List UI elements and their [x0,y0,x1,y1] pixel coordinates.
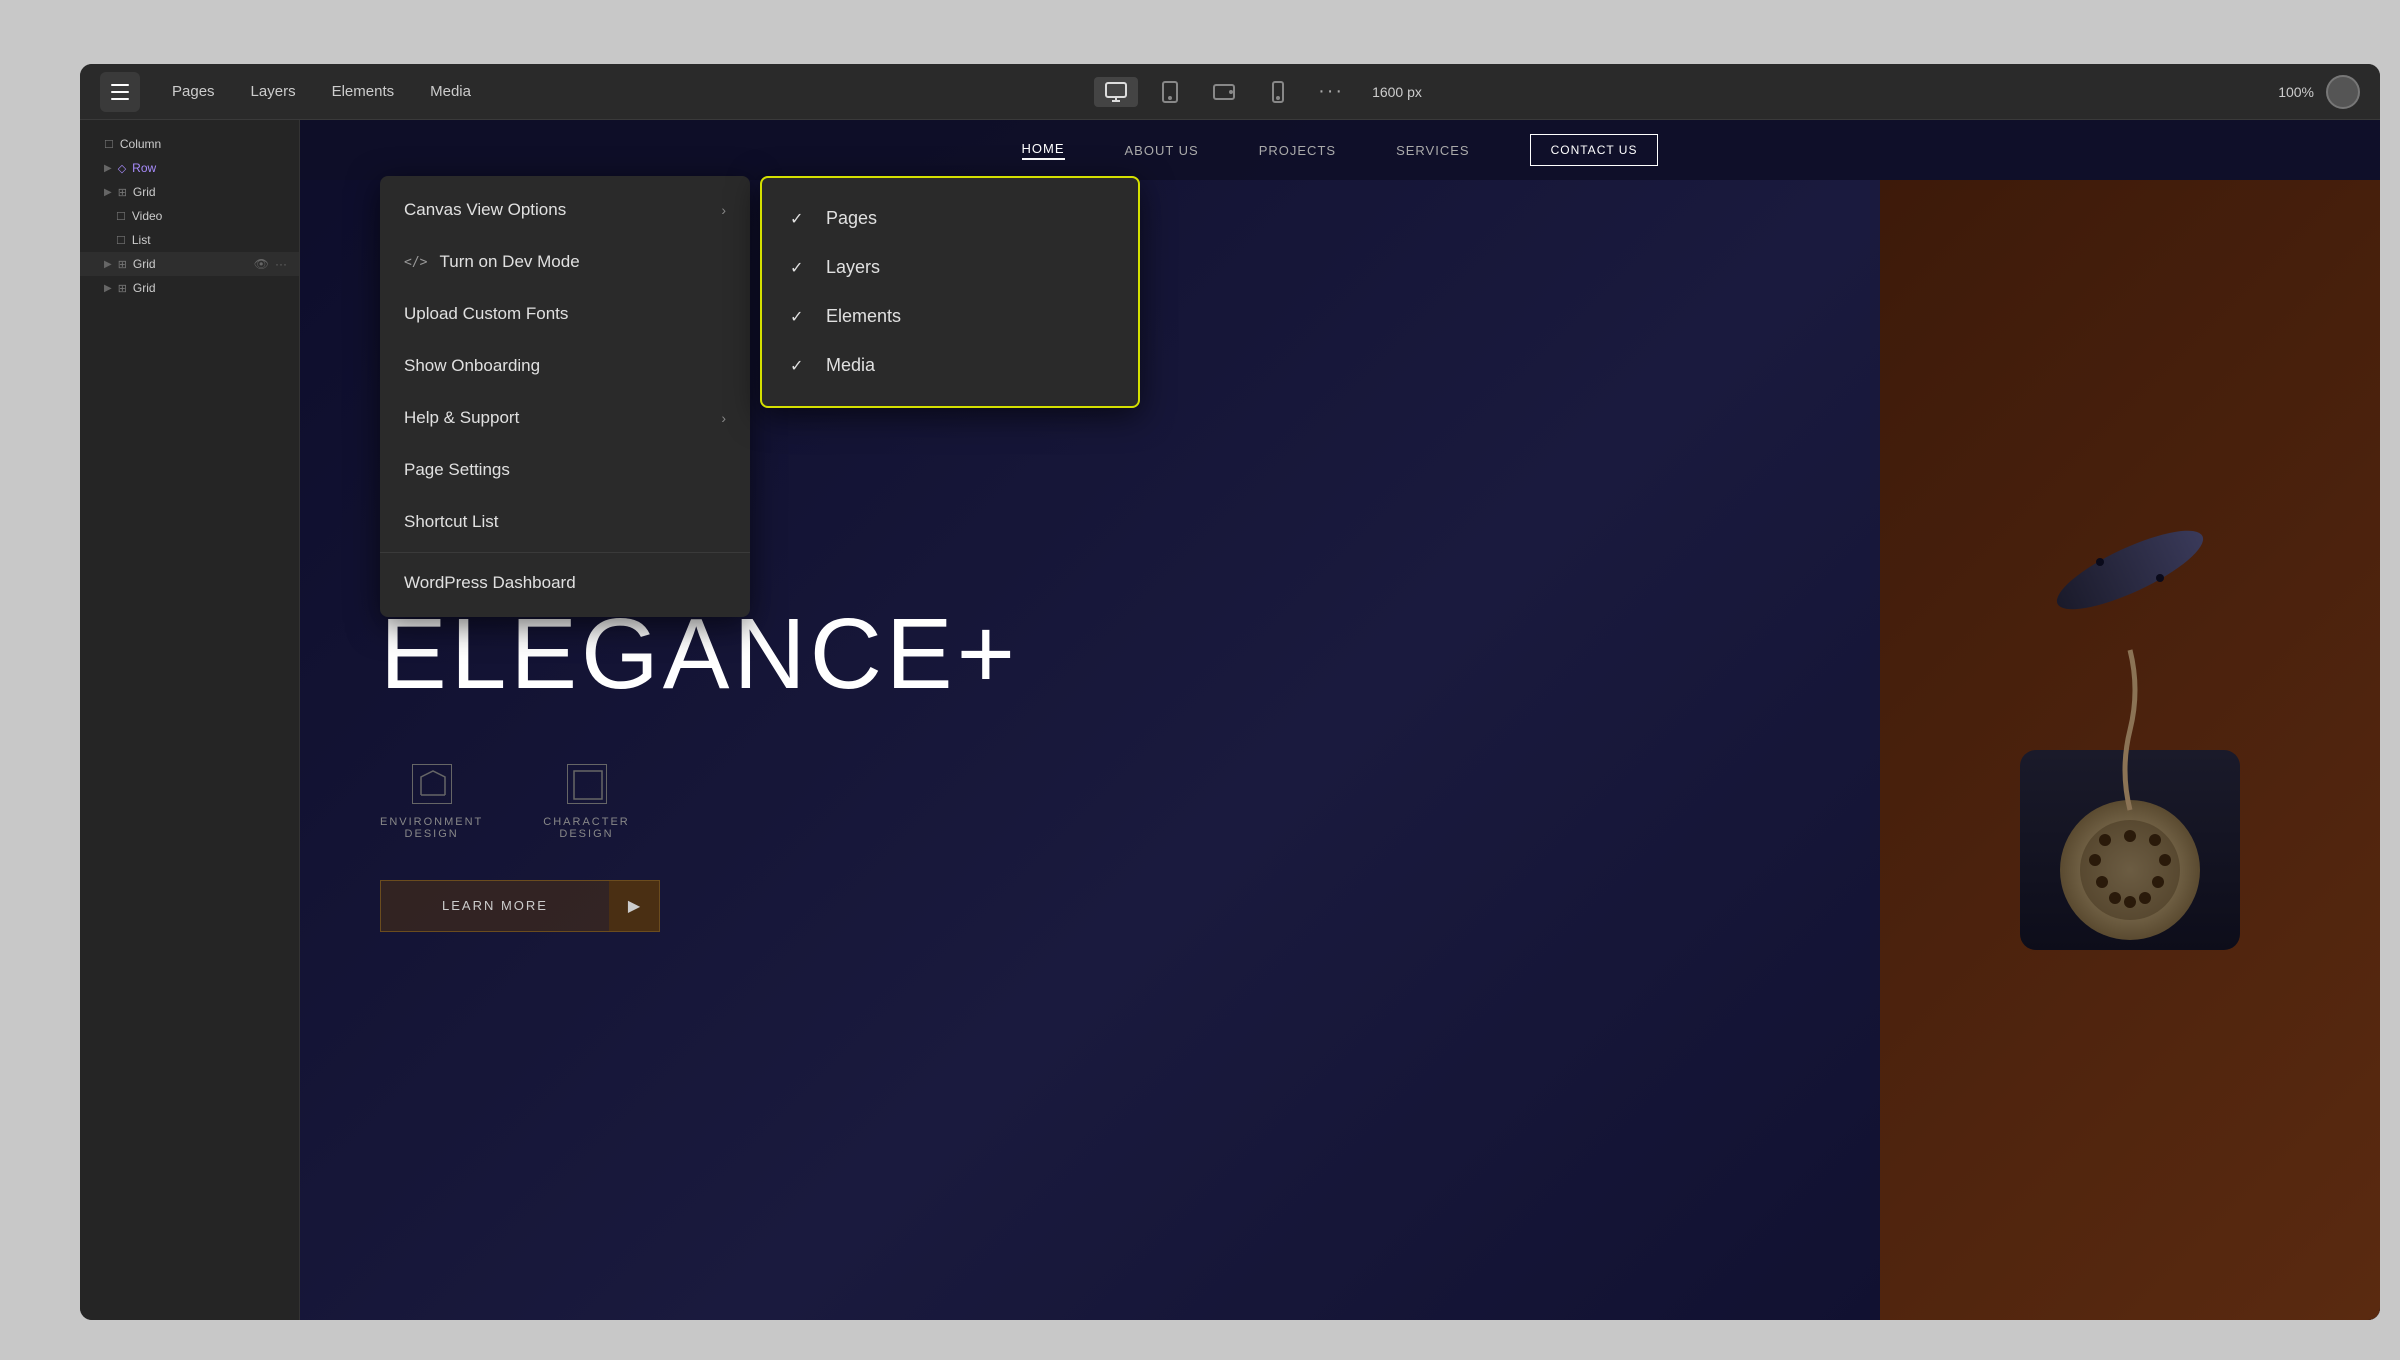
submenu-elements-label: Elements [826,306,901,327]
more-options-button[interactable]: ··· [1310,80,1352,103]
grid-icon: ⊞ [118,186,127,199]
learn-more-label: LEARN MORE [381,898,609,913]
expand-arrow: ▶ [104,163,112,174]
app-window: Pages Layers Elements Media [80,64,2380,1320]
dev-mode-label: Turn on Dev Mode [439,252,579,272]
service-character: CHARACTERDESIGN [543,764,629,840]
layer-item-row[interactable]: ▶ ◇ Row [80,156,299,180]
check-icon-elements: ✓ [790,307,810,327]
expand-arrow: ▶ [104,283,112,294]
character-label: CHARACTERDESIGN [543,816,629,840]
list-icon: ☐ [116,234,126,247]
menu-divider [380,552,750,553]
check-icon-media: ✓ [790,356,810,376]
page-settings-label: Page Settings [404,460,510,480]
character-icon [567,764,607,804]
layers-panel: ☐ Column ▶ ◇ Row ▶ ⊞ Grid ☐ Video ☐ List [80,120,300,1320]
hamburger-line [111,98,129,100]
user-avatar[interactable] [2326,75,2360,109]
preview-hero-right [1880,180,2380,1320]
layer-item-video[interactable]: ☐ Video [80,204,299,228]
layer-item-column[interactable]: ☐ Column [80,132,299,156]
main-menu: Canvas View Options › </> Turn on Dev Mo… [380,176,750,617]
canvas-submenu: ✓ Pages ✓ Layers ✓ Elements ✓ Media [760,176,1140,408]
upload-fonts-label: Upload Custom Fonts [404,304,568,324]
menu-item-page-settings[interactable]: Page Settings [380,444,750,496]
zoom-display[interactable]: 100% [2278,84,2314,100]
chevron-right-icon: › [721,410,726,426]
hamburger-button[interactable] [100,72,140,112]
submenu-pages-label: Pages [826,208,877,229]
preview-nav: HOME ABOUT US PROJECTS SERVICES CONTACT … [300,120,2380,180]
menu-item-canvas-view[interactable]: Canvas View Options › [380,184,750,236]
dev-mode-icon: </> [404,255,427,270]
menu-item-wp-dashboard[interactable]: WordPress Dashboard [380,557,750,609]
submenu-item-layers[interactable]: ✓ Layers [762,243,1138,292]
layer-item-list[interactable]: ☐ List [80,228,299,252]
px-display: 1600 px [1372,84,1422,100]
menu-item-upload-fonts[interactable]: Upload Custom Fonts [380,288,750,340]
submenu-media-label: Media [826,355,875,376]
canvas-area: HOME ABOUT US PROJECTS SERVICES CONTACT … [300,120,2380,1320]
topbar-center: ··· 1600 px [1094,77,1422,107]
nav-projects[interactable]: PROJECTS [1259,143,1336,158]
hamburger-line [111,91,129,93]
topbar-right: 100% [1422,75,2360,109]
tablet-device-button[interactable] [1148,77,1192,107]
learn-more-arrow: ▶ [609,881,659,931]
menu-item-shortcut-list[interactable]: Shortcut List [380,496,750,548]
video-icon: ☐ [116,210,126,223]
visibility-icon[interactable]: 👁 [254,257,269,271]
shortcut-list-label: Shortcut List [404,512,499,532]
row-icon: ◇ [118,162,126,175]
grid-icon: ⊞ [118,282,127,295]
nav-services[interactable]: SERVICES [1396,143,1470,158]
learn-more-button[interactable]: LEARN MORE ▶ [380,880,660,932]
hamburger-line [111,84,129,86]
telephone-illustration [1880,180,2380,1320]
nav-item-pages[interactable]: Pages [156,77,231,106]
environment-label: ENVIRONMENTDESIGN [380,816,483,840]
options-icon[interactable]: ··· [275,257,287,271]
menu-item-show-onboarding[interactable]: Show Onboarding [380,340,750,392]
submenu-layers-label: Layers [826,257,880,278]
show-onboarding-label: Show Onboarding [404,356,540,376]
check-icon-layers: ✓ [790,258,810,278]
nav-home[interactable]: HOME [1022,141,1065,160]
grid-icon: ⊞ [118,258,127,271]
environment-icon [412,764,452,804]
expand-arrow: ▶ [104,259,112,270]
nav-item-layers[interactable]: Layers [235,77,312,106]
mobile-device-button[interactable] [1256,77,1300,107]
topbar: Pages Layers Elements Media [80,64,2380,120]
canvas-view-label: Canvas View Options [404,200,566,220]
menu-item-help-support[interactable]: Help & Support › [380,392,750,444]
wp-dashboard-label: WordPress Dashboard [404,573,576,593]
preview-services: ENVIRONMENTDESIGN CHARACTERDESIGN [380,764,1800,840]
submenu-item-elements[interactable]: ✓ Elements [762,292,1138,341]
chevron-right-icon: › [721,202,726,218]
hero-title: ELEGANCE+ [380,604,1800,704]
layer-item-grid-1[interactable]: ▶ ⊞ Grid [80,180,299,204]
topbar-nav: Pages Layers Elements Media [156,77,1094,106]
nav-contact-button[interactable]: CONTACT US [1530,134,1659,166]
check-icon-pages: ✓ [790,209,810,229]
main-area: ☐ Column ▶ ◇ Row ▶ ⊞ Grid ☐ Video ☐ List [80,120,2380,1320]
tablet-landscape-device-button[interactable] [1202,77,1246,107]
help-support-label: Help & Support [404,408,519,428]
submenu-item-pages[interactable]: ✓ Pages [762,194,1138,243]
menu-item-dev-mode[interactable]: </> Turn on Dev Mode [380,236,750,288]
service-environment: ENVIRONMENTDESIGN [380,764,483,840]
nav-item-elements[interactable]: Elements [316,77,411,106]
nav-about[interactable]: ABOUT US [1125,143,1199,158]
column-icon: ☐ [104,138,114,151]
expand-arrow: ▶ [104,187,112,198]
layer-item-grid-3[interactable]: ▶ ⊞ Grid [80,276,299,300]
layer-item-grid-2[interactable]: ▶ ⊞ Grid 👁 ··· [80,252,299,276]
desktop-device-button[interactable] [1094,77,1138,107]
nav-item-media[interactable]: Media [414,77,487,106]
submenu-item-media[interactable]: ✓ Media [762,341,1138,390]
